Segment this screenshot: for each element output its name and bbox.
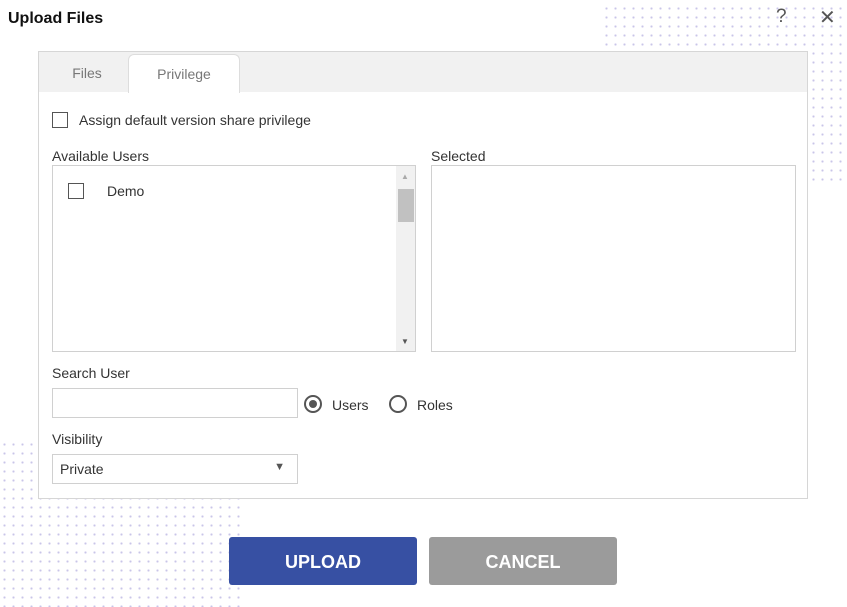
tab-privilege[interactable]: Privilege (128, 54, 240, 93)
help-icon[interactable]: ? (776, 6, 787, 28)
dialog-title: Upload Files (8, 10, 104, 27)
close-icon[interactable]: ✕ (819, 5, 836, 30)
upload-button[interactable]: UPLOAD (229, 537, 417, 585)
selected-list[interactable] (431, 165, 796, 352)
radio-users-label: Users (332, 397, 369, 413)
available-users-label: Available Users (52, 148, 150, 164)
visibility-select[interactable]: Private ▼ (52, 454, 298, 484)
cancel-button[interactable]: CANCEL (429, 537, 617, 585)
selected-label: Selected (431, 148, 486, 164)
assign-default-checkbox[interactable] (52, 112, 68, 128)
chevron-down-icon: ▼ (274, 461, 285, 473)
radio-roles[interactable] (389, 395, 407, 413)
visibility-value: Private (60, 461, 104, 477)
user-checkbox-demo[interactable] (68, 183, 84, 199)
scroll-up-icon[interactable]: ▲ (401, 172, 409, 181)
scrollbar[interactable]: ▲ ▼ (396, 166, 415, 351)
search-user-input[interactable] (52, 388, 298, 418)
available-users-list[interactable]: Demo ▲ ▼ (52, 165, 416, 352)
search-user-label: Search User (52, 365, 130, 381)
user-name: Demo (107, 183, 145, 199)
radio-users[interactable] (304, 395, 322, 413)
radio-roles-label: Roles (417, 397, 453, 413)
tab-bar: Files Privilege (39, 52, 807, 93)
assign-default-label: Assign default version share privilege (79, 112, 311, 128)
visibility-label: Visibility (52, 431, 103, 447)
scroll-down-icon[interactable]: ▼ (401, 337, 409, 346)
upload-panel: Files Privilege Assign default version s… (38, 51, 808, 499)
scroll-thumb[interactable] (398, 189, 414, 222)
tab-files[interactable]: Files (47, 54, 127, 93)
